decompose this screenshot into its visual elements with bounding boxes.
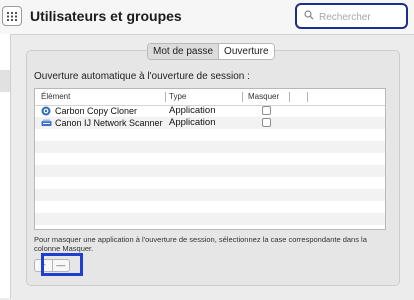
canon-scanner-icon	[41, 119, 52, 126]
search-field[interactable]	[295, 3, 408, 29]
tab-switcher: Mot de passe Ouverture	[147, 43, 275, 60]
search-icon	[304, 10, 314, 20]
column-header-type[interactable]: Type	[169, 92, 186, 101]
item-name: Carbon Copy Cloner	[55, 106, 138, 116]
table-body: Carbon Copy Cloner Application Canon IJ …	[35, 105, 385, 229]
column-header-hide[interactable]: Masquer	[248, 92, 279, 101]
grid-icon	[6, 11, 18, 21]
item-type: Application	[169, 117, 216, 128]
focus-highlight	[41, 253, 83, 276]
empty-row	[35, 177, 385, 189]
empty-row	[35, 129, 385, 141]
hide-hint-text: Pour masquer une application à l'ouvertu…	[34, 235, 367, 253]
empty-row	[35, 141, 385, 153]
users-sidebar[interactable]	[0, 34, 11, 298]
item-name: Canon IJ Network Scanner	[55, 118, 163, 128]
hide-checkbox[interactable]	[262, 106, 271, 115]
empty-row	[35, 213, 385, 225]
column-divider[interactable]	[289, 92, 290, 102]
column-header-item[interactable]: Élément	[41, 92, 70, 101]
empty-row	[35, 189, 385, 201]
hide-checkbox[interactable]	[262, 118, 271, 127]
column-divider[interactable]	[165, 92, 166, 102]
carbon-copy-cloner-icon	[41, 106, 51, 116]
sidebar-selected-user[interactable]	[0, 70, 10, 92]
table-row[interactable]: Canon IJ Network Scanner Application	[35, 117, 385, 129]
table-header: Élément Type Masquer	[35, 89, 385, 106]
title-bar: Utilisateurs et groupes	[0, 0, 414, 35]
show-all-grid-button[interactable]	[2, 6, 22, 26]
item-type: Application	[169, 105, 216, 116]
tab-login-items[interactable]: Ouverture	[218, 44, 274, 59]
empty-row	[35, 225, 385, 229]
window-title: Utilisateurs et groupes	[30, 8, 182, 24]
column-divider[interactable]	[242, 92, 243, 102]
login-items-heading: Ouverture automatique à l'ouverture de s…	[34, 71, 250, 82]
empty-row	[35, 165, 385, 177]
search-input[interactable]	[317, 8, 407, 26]
tab-password[interactable]: Mot de passe	[148, 44, 219, 59]
empty-row	[35, 201, 385, 213]
empty-row	[35, 153, 385, 165]
column-divider[interactable]	[307, 92, 308, 102]
table-row[interactable]: Carbon Copy Cloner Application	[35, 105, 385, 117]
login-items-table[interactable]: Élément Type Masquer Carbon Copy Cloner …	[34, 88, 386, 230]
